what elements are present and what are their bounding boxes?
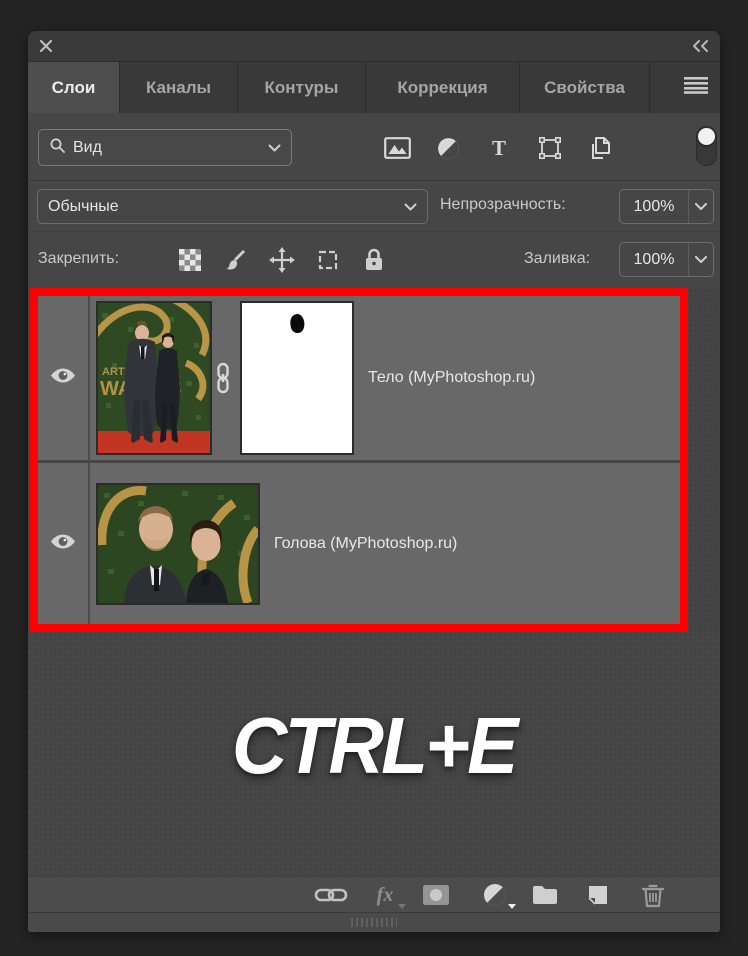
lock-pixels-brush-icon[interactable]: [222, 246, 250, 274]
filter-adjustment-layers-icon[interactable]: [434, 134, 462, 162]
blend-mode-row: Обычные Непрозрачность: 100%: [28, 181, 720, 232]
link-layers-button[interactable]: [314, 879, 348, 911]
tab-channels[interactable]: Каналы: [120, 62, 238, 113]
opacity-input[interactable]: 100%: [619, 189, 714, 224]
hamburger-menu-icon: [684, 76, 708, 99]
layer-styles-button[interactable]: fx: [368, 879, 402, 911]
svg-text:ART: ART: [102, 366, 125, 378]
layer-row-telo[interactable]: ART WA S: [38, 293, 680, 460]
collapse-panel-icon[interactable]: [690, 38, 710, 54]
fill-input[interactable]: 100%: [619, 242, 714, 277]
tab-label: Свойства: [544, 77, 625, 97]
layers-bottom-toolbar: fx: [28, 876, 720, 912]
tab-label: Каналы: [145, 77, 212, 97]
folder-icon: [533, 886, 557, 904]
visibility-toggle[interactable]: [38, 296, 90, 460]
adjustment-dropdown-arrow-icon: [508, 904, 516, 909]
eye-icon: [49, 366, 77, 390]
toggle-knob: [698, 128, 715, 145]
opacity-value: 100%: [633, 197, 675, 215]
filter-text-layers-icon[interactable]: T: [485, 134, 513, 162]
tab-layers[interactable]: Слои: [28, 62, 120, 113]
layer-name[interactable]: Голова (MyPhotoshop.ru): [274, 535, 457, 553]
filter-pixel-layers-icon[interactable]: [383, 134, 411, 162]
merge-shortcut-caption: CTRL+E: [232, 701, 518, 790]
tab-paths[interactable]: Контуры: [238, 62, 366, 113]
tab-label: Контуры: [264, 77, 339, 97]
visibility-toggle[interactable]: [38, 463, 90, 624]
panel-titlebar: [28, 31, 720, 62]
blend-mode-value: Обычные: [48, 197, 119, 215]
lock-position-icon[interactable]: [268, 246, 296, 274]
layer-thumbnail[interactable]: [96, 482, 262, 605]
new-group-button[interactable]: [528, 879, 562, 911]
filter-smart-objects-icon[interactable]: [587, 134, 615, 162]
layer-filter-row: Вид T: [28, 113, 720, 181]
chevron-down-icon[interactable]: [689, 203, 713, 210]
resize-grip-handle[interactable]: [351, 918, 397, 927]
layer-mask-icon: [423, 885, 449, 905]
tab-label: Коррекция: [397, 77, 488, 97]
layer-mask-thumbnail[interactable]: [240, 301, 354, 455]
panel-tabs: Слои Каналы Контуры Коррекция Свойства: [28, 62, 720, 113]
layer-thumbnail[interactable]: ART WA S: [91, 293, 212, 455]
blend-mode-select[interactable]: Обычные: [37, 189, 428, 224]
lock-transparency-icon[interactable]: [176, 246, 204, 274]
fill-label: Заливка:: [524, 250, 591, 267]
delete-layer-button[interactable]: [636, 879, 670, 911]
trash-icon: [642, 884, 664, 907]
letter-T-glyph: T: [491, 135, 506, 160]
adjustment-circle-icon: [484, 884, 506, 906]
layers-empty-area: CTRL+E: [28, 632, 720, 876]
lock-all-padlock-icon[interactable]: [360, 246, 388, 274]
new-layer-button[interactable]: [581, 879, 615, 911]
opacity-label: Непрозрачность:: [440, 196, 566, 213]
chevron-down-icon[interactable]: [689, 256, 713, 263]
lock-buttons: [176, 246, 388, 274]
layer-row-golova[interactable]: Голова (MyPhotoshop.ru): [38, 463, 680, 624]
selection-highlight: ART WA S: [30, 288, 688, 632]
tab-adjustments[interactable]: Коррекция: [366, 62, 520, 113]
filter-shape-layers-icon[interactable]: [536, 134, 564, 162]
layers-panel: Слои Каналы Контуры Коррекция Свойства В…: [28, 31, 720, 932]
fx-dropdown-arrow-icon: [398, 904, 406, 909]
tab-label: Слои: [51, 77, 96, 97]
layers-list: ART WA S: [28, 288, 720, 632]
fill-value: 100%: [633, 250, 675, 268]
lock-artboard-icon[interactable]: [314, 246, 342, 274]
chevron-down-icon: [268, 139, 281, 157]
lock-options-row: Закрепить: Заливка: 100%: [28, 232, 720, 288]
lock-label: Закрепить:: [38, 250, 120, 267]
filter-kind-value: Вид: [73, 138, 102, 156]
search-icon: [49, 137, 66, 159]
panel-resize-strip: [28, 912, 720, 932]
chain-link-icon: [314, 888, 348, 902]
tab-properties[interactable]: Свойства: [520, 62, 650, 113]
chevron-down-icon: [404, 198, 417, 216]
close-icon[interactable]: [38, 38, 54, 54]
filter-kind-select[interactable]: Вид: [38, 129, 292, 166]
add-layer-mask-button[interactable]: [419, 879, 453, 911]
layer-name[interactable]: Тело (MyPhotoshop.ru): [368, 369, 535, 387]
panel-menu-button[interactable]: [650, 62, 720, 113]
layer-filter-toggle[interactable]: [696, 126, 717, 166]
fx-icon: fx: [376, 883, 394, 906]
mask-link-icon[interactable]: [213, 362, 233, 394]
new-layer-icon: [588, 886, 607, 905]
eye-icon: [49, 532, 77, 556]
add-adjustment-layer-button[interactable]: [478, 879, 512, 911]
filter-type-buttons: T: [383, 134, 615, 162]
